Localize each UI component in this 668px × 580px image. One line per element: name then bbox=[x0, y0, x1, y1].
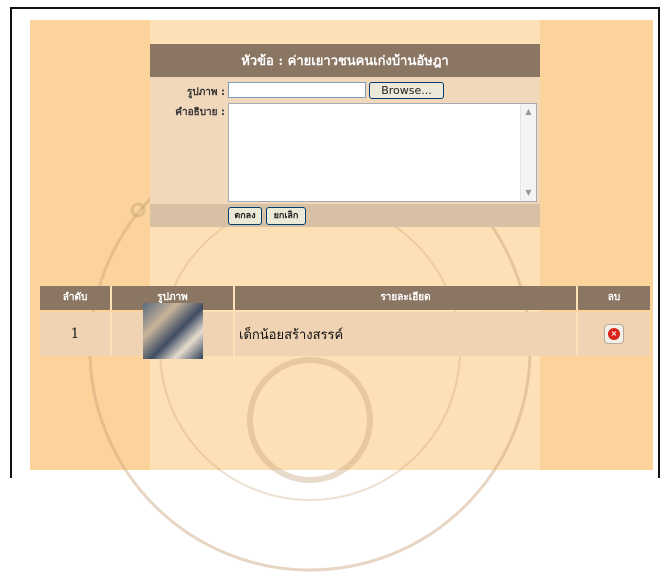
scroll-up-arrow-icon[interactable]: ▲ bbox=[522, 105, 535, 119]
image-file-input[interactable] bbox=[228, 82, 366, 98]
row-thumbnail-photo[interactable] bbox=[142, 303, 203, 359]
form-actions-bar bbox=[150, 204, 540, 227]
row-image-cell bbox=[112, 303, 235, 359]
image-field-label: รูปภาพ : bbox=[187, 87, 225, 98]
row-detail-cell: เด็กน้อยสร้างสรรค์ bbox=[235, 312, 578, 356]
column-header-delete: ลบ bbox=[578, 286, 650, 310]
row-delete-cell: × bbox=[578, 312, 650, 356]
form-title: หัวข้อ : ค่ายเยาวชนคนเก่งบ้านอัษฎา bbox=[150, 44, 540, 77]
column-header-index: ลำดับ bbox=[40, 286, 112, 310]
row-detail-text[interactable]: เด็กน้อยสร้างสรรค์ bbox=[239, 324, 343, 345]
description-textarea[interactable]: ▲ ▼ bbox=[228, 103, 537, 202]
textarea-scrollbar[interactable]: ▲ ▼ bbox=[520, 104, 536, 201]
delete-icon: × bbox=[608, 328, 620, 340]
cancel-button[interactable]: ยกเลิก bbox=[266, 207, 306, 225]
row-index: 1 bbox=[70, 326, 80, 342]
delete-row-button[interactable]: × bbox=[604, 324, 624, 344]
submit-button[interactable]: ตกลง bbox=[228, 207, 262, 225]
row-index-cell: 1 bbox=[40, 312, 112, 356]
description-field-label: คำอธิบาย : bbox=[175, 107, 225, 118]
scroll-down-arrow-icon[interactable]: ▼ bbox=[522, 186, 535, 200]
browse-button[interactable]: Browse... bbox=[369, 82, 444, 99]
column-header-detail: รายละเอียด bbox=[235, 286, 578, 310]
